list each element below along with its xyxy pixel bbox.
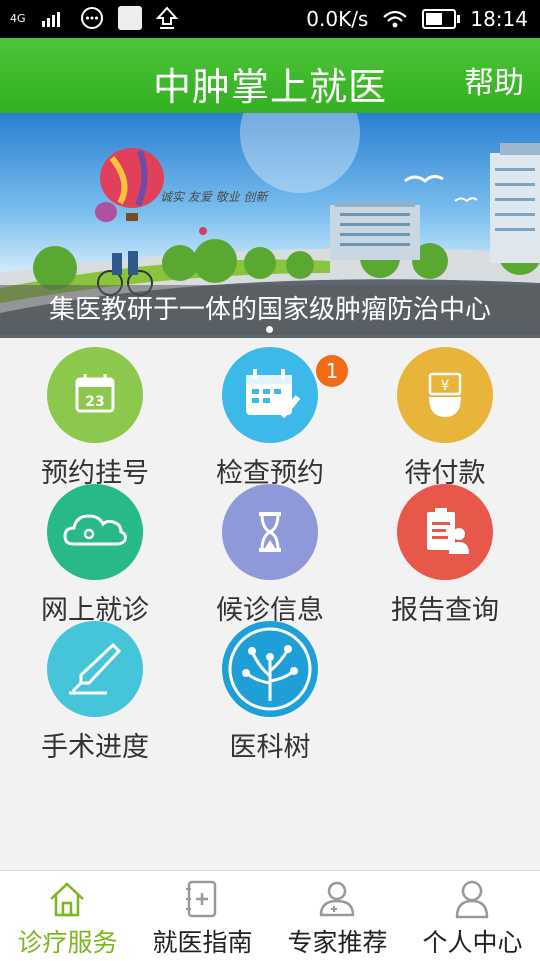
notification-badge: 1: [316, 355, 348, 387]
bottom-tab-bar: 诊疗服务 就医指南 专家推荐 个人中心: [0, 870, 540, 961]
menu-label: 报告查询: [391, 595, 499, 626]
tab-label: 诊疗服务: [17, 928, 118, 957]
menu-item-appointment[interactable]: 23 预约挂号: [10, 347, 180, 490]
battery-icon: [422, 9, 461, 29]
status-bar: 4G 0.0K/s 18:14: [0, 0, 540, 38]
cloud-icon: [47, 484, 143, 580]
tab-expert-recommendation[interactable]: 专家推荐: [270, 871, 405, 961]
notification-icon: [117, 6, 142, 30]
menu-item-pending-payment[interactable]: ¥ 待付款: [360, 347, 530, 490]
svg-text:¥: ¥: [441, 378, 450, 394]
menu-item-surgery-progress[interactable]: 手术进度: [10, 621, 180, 764]
tab-personal-center[interactable]: 个人中心: [405, 871, 540, 961]
chat-icon: [80, 7, 103, 29]
menu-item-exam-appointment[interactable]: 1 检查预约: [185, 347, 355, 490]
banner-slogan: 诚实 友爱 敬业 创新: [160, 190, 269, 204]
menu-item-online-consultation[interactable]: 网上就诊: [10, 484, 180, 627]
network-speed: 0.0K/s: [306, 7, 369, 31]
menu-label: 医科树: [229, 732, 311, 763]
menu-label: 手术进度: [41, 732, 149, 763]
wifi-icon: [383, 10, 408, 28]
user-icon: [455, 880, 489, 919]
home-icon: [50, 882, 84, 917]
menu-item-report-query[interactable]: 报告查询: [360, 484, 530, 627]
tab-medical-guide[interactable]: 就医指南: [135, 871, 270, 961]
clock: 18:14: [470, 7, 528, 31]
guide-book-icon: [186, 880, 217, 918]
tab-label: 就医指南: [152, 928, 253, 957]
page-title: 中肿掌上就医: [152, 65, 387, 109]
calendar-23-icon: 23: [47, 347, 143, 443]
tab-clinical-services[interactable]: 诊疗服务: [0, 871, 135, 961]
tree-logo-icon: [222, 621, 318, 717]
doctor-icon: [319, 881, 355, 917]
menu-item-waiting-info[interactable]: 候诊信息: [185, 484, 355, 627]
help-button[interactable]: 帮助: [464, 58, 524, 102]
signal-icon: [41, 12, 60, 27]
report-icon: [397, 484, 493, 580]
tab-label: 专家推荐: [287, 928, 388, 957]
banner-carousel[interactable]: 诚实 友爱 敬业 创新 集医教研于一体的国家级肿瘤防治中心: [0, 113, 540, 338]
payment-hand-icon: ¥: [397, 347, 493, 443]
calendar-check-icon: 1: [222, 347, 348, 443]
scalpel-icon: [47, 621, 143, 717]
tab-label: 个人中心: [422, 928, 523, 957]
hourglass-icon: [222, 484, 318, 580]
network-indicator: 4G: [10, 11, 26, 25]
upload-icon: [155, 6, 178, 29]
carousel-indicator: [266, 326, 273, 333]
menu-item-medical-tree[interactable]: 医科树: [185, 621, 355, 764]
app-header: 中肿掌上就医 帮助: [0, 38, 540, 113]
svg-text:23: 23: [85, 394, 104, 410]
